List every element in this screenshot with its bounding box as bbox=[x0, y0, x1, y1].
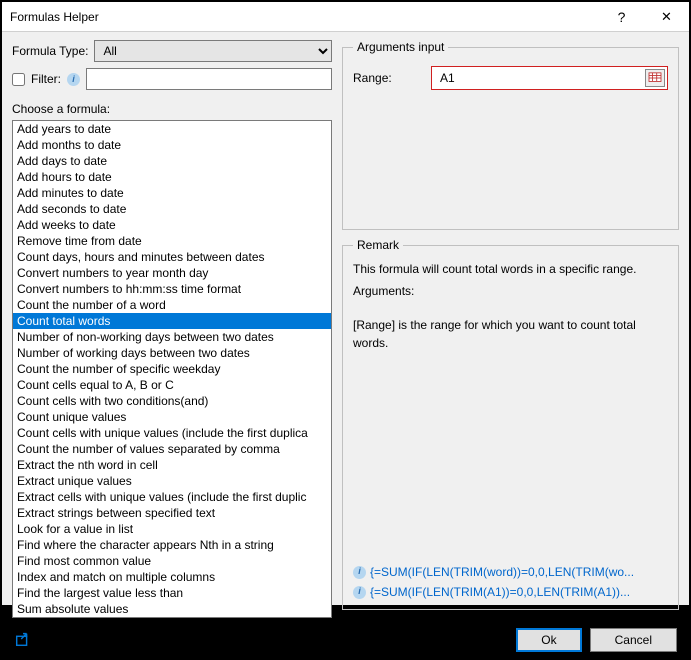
list-item[interactable]: Number of non-working days between two d… bbox=[13, 329, 331, 345]
remark-range-description: [Range] is the range for which you want … bbox=[353, 316, 668, 352]
list-item[interactable]: Index and match on multiple columns bbox=[13, 569, 331, 585]
share-icon[interactable] bbox=[14, 630, 32, 651]
info-icon: i bbox=[353, 586, 366, 599]
info-icon[interactable]: i bbox=[67, 73, 80, 86]
list-item[interactable]: Count the number of values separated by … bbox=[13, 441, 331, 457]
range-input-wrap bbox=[431, 66, 668, 90]
list-item[interactable]: Add days to date bbox=[13, 153, 331, 169]
list-item[interactable]: Convert numbers to hh:mm:ss time format bbox=[13, 281, 331, 297]
formula-preview-generic[interactable]: i {=SUM(IF(LEN(TRIM(word))=0,0,LEN(TRIM(… bbox=[353, 563, 668, 581]
formulas-helper-dialog: Formulas Helper ? ✕ Formula Type: All Fi… bbox=[1, 1, 690, 606]
cancel-button[interactable]: Cancel bbox=[590, 628, 677, 652]
formula-type-select[interactable]: All bbox=[94, 40, 332, 62]
range-picker-icon bbox=[648, 72, 662, 84]
remark-legend: Remark bbox=[353, 238, 403, 252]
list-item[interactable]: Sum absolute values bbox=[13, 601, 331, 617]
list-item[interactable]: Add seconds to date bbox=[13, 201, 331, 217]
list-item[interactable]: Add weeks to date bbox=[13, 217, 331, 233]
formula-type-label: Formula Type: bbox=[12, 44, 88, 58]
remark-description: This formula will count total words in a… bbox=[353, 260, 668, 278]
ok-button[interactable]: Ok bbox=[516, 628, 581, 652]
help-button[interactable]: ? bbox=[599, 2, 644, 32]
list-item[interactable]: Count the number of specific weekday bbox=[13, 361, 331, 377]
formula-listbox[interactable]: Add years to dateAdd months to dateAdd d… bbox=[12, 120, 332, 618]
list-item[interactable]: Add years to date bbox=[13, 121, 331, 137]
list-item[interactable]: Find most common value bbox=[13, 553, 331, 569]
list-item[interactable]: Remove time from date bbox=[13, 233, 331, 249]
list-item[interactable]: Add minutes to date bbox=[13, 185, 331, 201]
list-item[interactable]: Count cells equal to A, B or C bbox=[13, 377, 331, 393]
list-item[interactable]: Number of working days between two dates bbox=[13, 345, 331, 361]
list-item[interactable]: Count cells with two conditions(and) bbox=[13, 393, 331, 409]
list-item[interactable]: Count days, hours and minutes between da… bbox=[13, 249, 331, 265]
list-item[interactable]: Add hours to date bbox=[13, 169, 331, 185]
filter-input[interactable] bbox=[86, 68, 332, 90]
range-picker-button[interactable] bbox=[645, 69, 665, 87]
titlebar: Formulas Helper ? ✕ bbox=[2, 2, 689, 32]
list-item[interactable]: Extract unique values bbox=[13, 473, 331, 489]
list-item[interactable]: Find where the character appears Nth in … bbox=[13, 537, 331, 553]
remark-fieldset: Remark This formula will count total wor… bbox=[342, 238, 679, 610]
arguments-fieldset: Arguments input Range: bbox=[342, 40, 679, 230]
list-item[interactable]: Count the number of a word bbox=[13, 297, 331, 313]
formula-preview-actual[interactable]: i {=SUM(IF(LEN(TRIM(A1))=0,0,LEN(TRIM(A1… bbox=[353, 583, 668, 601]
remark-arguments-label: Arguments: bbox=[353, 282, 668, 300]
close-button[interactable]: ✕ bbox=[644, 2, 689, 32]
range-label: Range: bbox=[353, 71, 423, 85]
list-item[interactable]: Add months to date bbox=[13, 137, 331, 153]
info-icon: i bbox=[353, 566, 366, 579]
filter-checkbox[interactable] bbox=[12, 73, 25, 86]
list-item[interactable]: Extract the nth word in cell bbox=[13, 457, 331, 473]
list-item[interactable]: Extract cells with unique values (includ… bbox=[13, 489, 331, 505]
window-title: Formulas Helper bbox=[10, 10, 599, 24]
range-input[interactable] bbox=[436, 68, 645, 88]
list-item[interactable]: Count cells with unique values (include … bbox=[13, 425, 331, 441]
list-item[interactable]: Count unique values bbox=[13, 409, 331, 425]
list-item[interactable]: Count total words bbox=[13, 313, 331, 329]
list-item[interactable]: Find the largest value less than bbox=[13, 585, 331, 601]
arguments-legend: Arguments input bbox=[353, 40, 448, 54]
choose-formula-label: Choose a formula: bbox=[12, 102, 332, 116]
list-item[interactable]: Look for a value in list bbox=[13, 521, 331, 537]
filter-label: Filter: bbox=[31, 72, 61, 86]
list-item[interactable]: Convert numbers to year month day bbox=[13, 265, 331, 281]
list-item[interactable]: Extract strings between specified text bbox=[13, 505, 331, 521]
